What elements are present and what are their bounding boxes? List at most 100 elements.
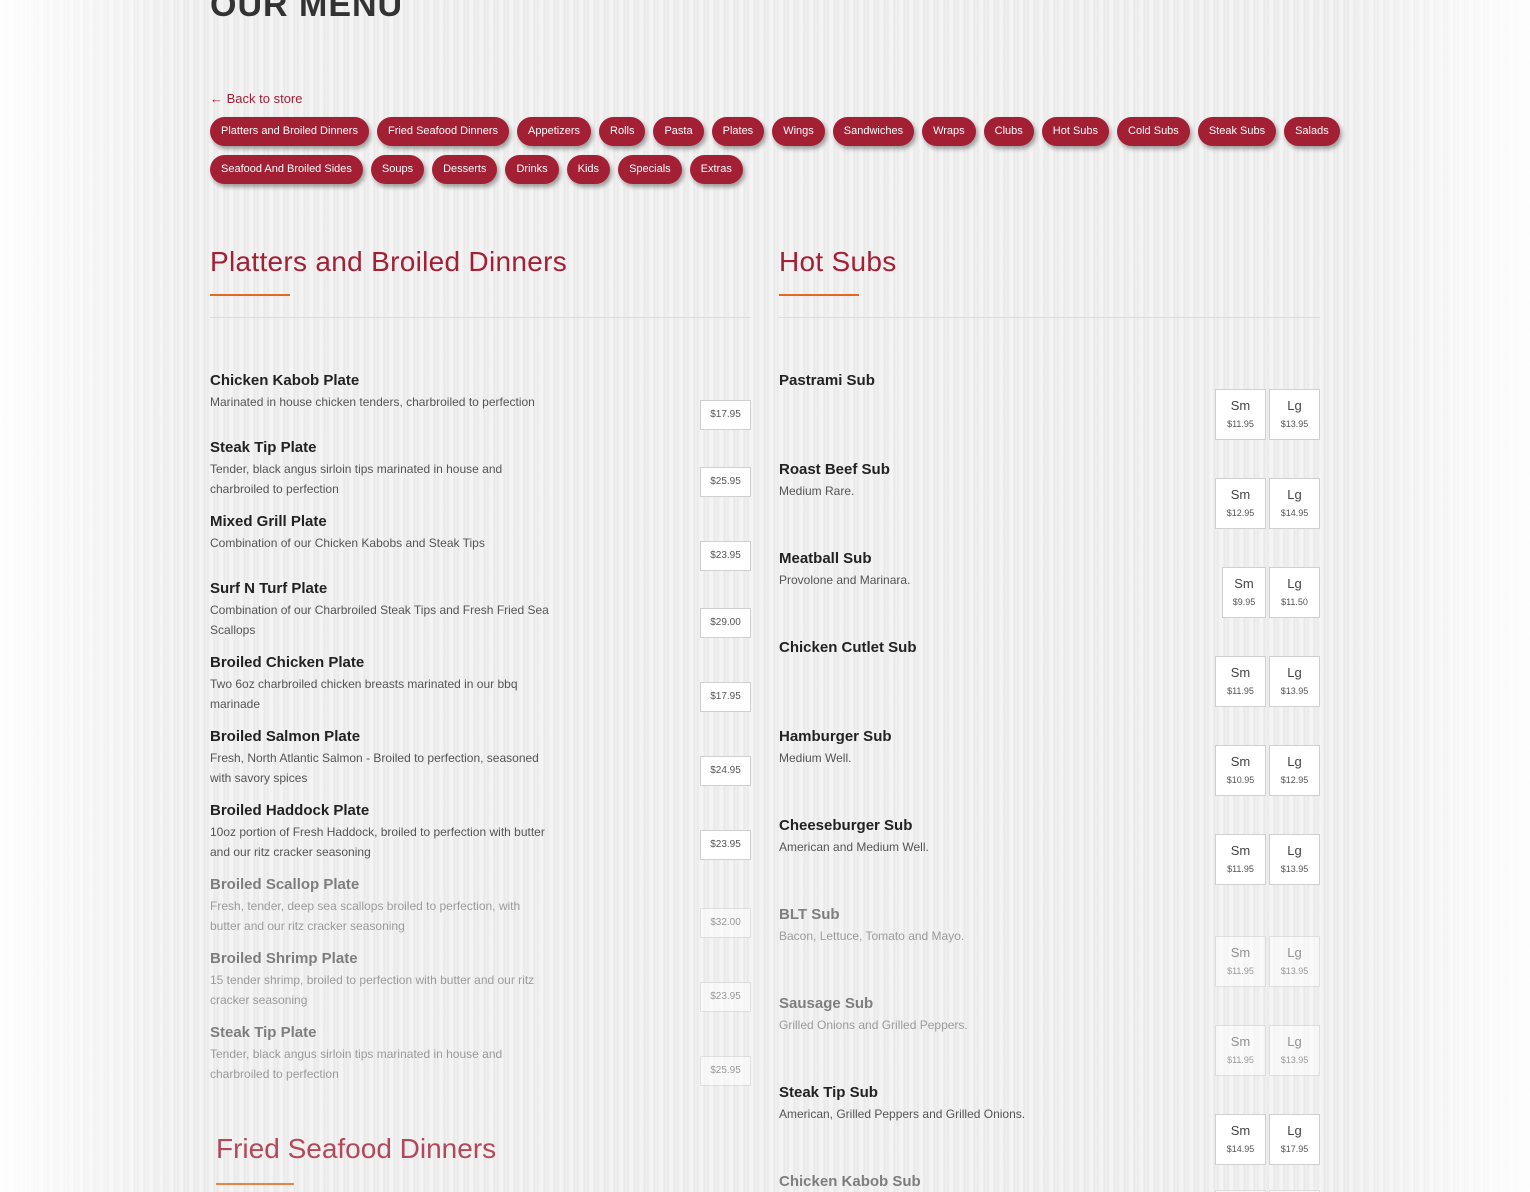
size-price: $11.95 xyxy=(1227,419,1254,429)
size-large-button[interactable]: Lg $13.95 xyxy=(1269,1025,1320,1076)
size-large-button[interactable]: Lg $13.95 xyxy=(1269,936,1320,987)
size-small-button[interactable]: Sm $12.95 xyxy=(1215,478,1266,529)
category-button[interactable]: Salads xyxy=(1284,117,1340,146)
menu-item[interactable]: Sausage Sub Grilled Onions and Grilled Pe… xyxy=(779,995,1320,1076)
category-button[interactable]: Wraps xyxy=(922,117,976,146)
menu-item[interactable]: Broiled Chicken Plate Two 6oz charbroiled… xyxy=(210,654,751,714)
category-button[interactable]: Pasta xyxy=(653,117,704,146)
section-underline xyxy=(210,294,290,296)
price-button[interactable]: $17.95 xyxy=(700,682,751,712)
size-label: Lg xyxy=(1287,576,1302,591)
item-name: BLT Sub xyxy=(779,906,840,923)
size-label: Lg xyxy=(1287,487,1302,502)
category-button[interactable]: Specials xyxy=(618,155,682,184)
size-price: $11.50 xyxy=(1281,597,1308,607)
size-label: Sm xyxy=(1230,1123,1251,1138)
price-button[interactable]: $25.95 xyxy=(700,1056,751,1086)
size-large-button[interactable]: Lg $12.95 xyxy=(1269,745,1320,796)
menu-item[interactable]: Chicken Kabob Plate Marinated in house ch… xyxy=(210,372,751,430)
size-price: $17.95 xyxy=(1280,1144,1309,1154)
menu-item[interactable]: Chicken Cutlet Sub Sm $11.95 Lg $13.95 xyxy=(779,639,1320,707)
menu-item[interactable]: Steak Tip Plate Tender, black angus sirlo… xyxy=(210,1024,751,1086)
category-button[interactable]: Platters and Broiled Dinners xyxy=(210,117,369,146)
size-small-button[interactable]: Sm $14.95 xyxy=(1215,1114,1266,1165)
size-large-button[interactable]: Lg $14.95 xyxy=(1269,478,1320,529)
category-row-1: Platters and Broiled Dinners Fried Seafoo… xyxy=(210,117,1340,146)
size-price: $13.95 xyxy=(1280,686,1309,696)
item-name: Meatball Sub xyxy=(779,550,872,567)
category-button[interactable]: Rolls xyxy=(599,117,646,146)
item-description: Tender, black angus sirloin tips marinat… xyxy=(210,462,503,496)
price-button[interactable]: $17.95 xyxy=(700,400,751,430)
price-button[interactable]: $23.95 xyxy=(700,541,751,571)
size-small-button[interactable]: Sm $11.95 xyxy=(1215,1025,1266,1076)
category-button[interactable]: Desserts xyxy=(432,155,498,184)
menu-item[interactable]: Meatball Sub Provolone and Marinara. Sm $9.… xyxy=(779,550,1320,618)
item-name: Broiled Chicken Plate xyxy=(210,654,365,671)
size-label: Sm xyxy=(1230,665,1251,680)
menu-item[interactable]: Steak Tip Sub American, Grilled Peppers a… xyxy=(779,1084,1320,1165)
size-large-button[interactable]: Lg $13.95 xyxy=(1269,834,1320,885)
item-description: Fresh, tender, deep sea scallops broiled… xyxy=(210,899,521,933)
menu-item[interactable]: Broiled Scallop Plate Fresh, tender, deep… xyxy=(210,876,751,938)
item-name: Chicken Cutlet Sub xyxy=(779,639,917,656)
size-label: Lg xyxy=(1287,1123,1302,1138)
item-name: Cheeseburger Sub xyxy=(779,817,913,834)
category-button[interactable]: Plates xyxy=(711,117,765,146)
divider xyxy=(210,317,751,318)
size-small-button[interactable]: Sm $10.95 xyxy=(1215,745,1266,796)
price-button[interactable]: $25.95 xyxy=(700,467,751,497)
size-price: $14.95 xyxy=(1280,508,1309,518)
category-button[interactable]: Appetizers xyxy=(517,117,592,146)
item-name: Broiled Shrimp Plate xyxy=(210,950,358,967)
section-title: Platters and Broiled Dinners xyxy=(210,246,568,277)
size-price: $13.95 xyxy=(1280,1055,1309,1065)
size-small-button[interactable]: Sm $11.95 xyxy=(1215,936,1266,987)
item-name: Broiled Salmon Plate xyxy=(210,728,361,745)
menu-item[interactable]: Mixed Grill Plate Combination of our Chic… xyxy=(210,513,751,571)
menu-item[interactable]: Broiled Haddock Plate 10oz portion of Fre… xyxy=(210,802,751,862)
category-button[interactable]: Fried Seafood Dinners xyxy=(376,117,510,146)
category-button[interactable]: Cold Subs xyxy=(1117,117,1190,146)
price-button[interactable]: $23.95 xyxy=(700,982,751,1012)
category-button[interactable]: Extras xyxy=(689,155,743,184)
menu-item[interactable]: Steak Tip Plate Tender, black angus sirlo… xyxy=(210,439,751,499)
price-button[interactable]: $32.00 xyxy=(700,908,751,938)
category-row-2: Seafood And Broiled Sides Soups Desserts Dr… xyxy=(210,155,1320,184)
price-button[interactable]: $29.00 xyxy=(700,608,751,638)
menu-item[interactable]: Broiled Salmon Plate Fresh, North Atlanti… xyxy=(210,728,751,788)
category-button[interactable]: Drinks xyxy=(505,155,559,184)
category-button[interactable]: Seafood And Broiled Sides xyxy=(210,155,363,184)
menu-item[interactable]: Surf N Turf Plate Combination of our Char… xyxy=(210,580,751,640)
size-large-button[interactable]: Lg $17.95 xyxy=(1269,1114,1320,1165)
size-large-button[interactable]: Lg $11.50 xyxy=(1269,567,1320,618)
menu-item[interactable]: Chicken Kabob SubFeta, Side Creamy, Lett… xyxy=(779,1173,1320,1192)
price-button[interactable]: $23.95 xyxy=(700,830,751,860)
menu-item[interactable]: Cheeseburger Sub American and Medium Well… xyxy=(779,817,1320,885)
category-button[interactable]: Soups xyxy=(370,155,425,184)
size-price: $11.95 xyxy=(1227,1055,1254,1065)
size-price: $9.95 xyxy=(1232,597,1256,607)
size-small-button[interactable]: Sm $11.95 xyxy=(1215,834,1266,885)
size-small-button[interactable]: Sm $9.95 xyxy=(1222,567,1266,618)
menu-item[interactable]: Hamburger Sub Medium Well. Sm $10.95 Lg $12.9… xyxy=(779,728,1320,796)
menu-item[interactable]: Pastrami Sub Sm $11.95 Lg $13.95 xyxy=(779,372,1320,440)
item-name: Steak Tip Sub xyxy=(779,1084,878,1101)
item-name: Steak Tip Plate xyxy=(210,1024,317,1041)
category-button[interactable]: Steak Subs xyxy=(1197,117,1277,146)
menu-item[interactable]: Roast Beef Sub Medium Rare. Sm $12.95 Lg $14.… xyxy=(779,461,1320,529)
menu-item[interactable]: BLT Sub Bacon, Lettuce, Tomato and Mayo. S… xyxy=(779,906,1320,987)
category-button[interactable]: Kids xyxy=(566,155,611,184)
menu-item[interactable]: Broiled Shrimp Plate 15 tender shrimp, br… xyxy=(210,950,751,1012)
category-button[interactable]: Hot Subs xyxy=(1041,117,1110,146)
size-large-button[interactable]: Lg $13.95 xyxy=(1269,389,1320,440)
category-button[interactable]: Sandwiches xyxy=(832,117,915,146)
item-name: Roast Beef Sub xyxy=(779,461,890,478)
size-small-button[interactable]: Sm $11.95 xyxy=(1215,656,1266,707)
back-to-store-link[interactable]: ← Back to store xyxy=(210,91,302,106)
size-small-button[interactable]: Sm $11.95 xyxy=(1215,389,1266,440)
category-button[interactable]: Wings xyxy=(772,117,825,146)
size-large-button[interactable]: Lg $13.95 xyxy=(1269,656,1320,707)
price-button[interactable]: $24.95 xyxy=(700,756,751,786)
category-button[interactable]: Clubs xyxy=(983,117,1034,146)
